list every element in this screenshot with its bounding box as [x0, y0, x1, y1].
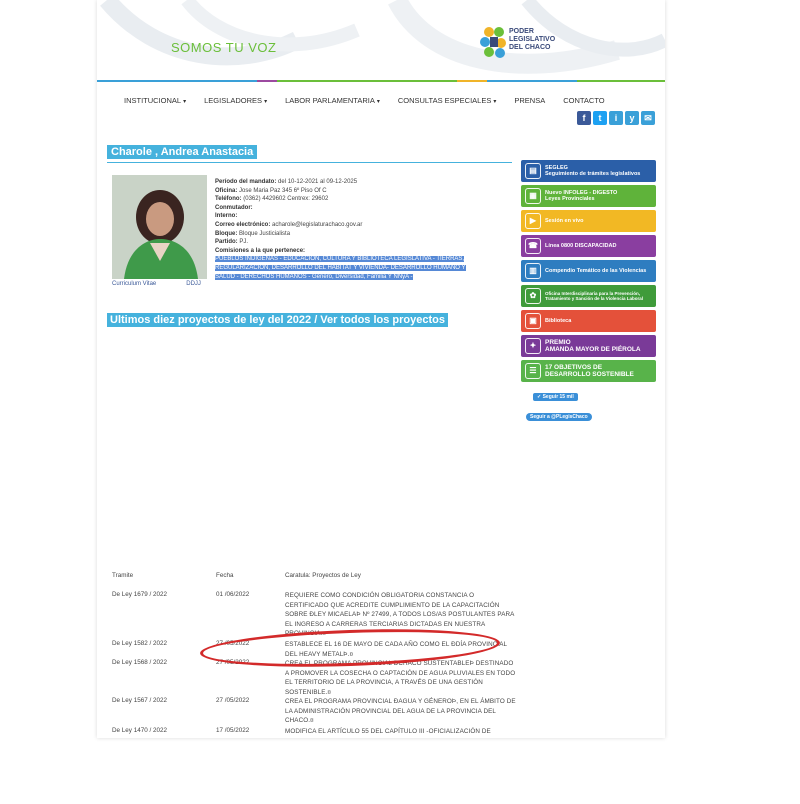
portrait-image: [112, 175, 207, 279]
chevron-down-icon: ▾: [264, 99, 268, 105]
tramite-cell[interactable]: De Ley 1567 / 2022: [112, 697, 167, 704]
chevron-down-icon: ▾: [493, 99, 497, 105]
nav-legisladores[interactable]: LEGISLADORES ▾: [195, 96, 276, 105]
award-icon: ✦: [525, 338, 541, 354]
tramite-cell[interactable]: De Ley 1582 / 2022: [112, 640, 167, 647]
nav-labor-parlamentaria[interactable]: LABOR PARLAMENTARIA ▾: [276, 96, 389, 105]
nav-prensa[interactable]: PRENSA: [505, 96, 554, 105]
twitter-icon[interactable]: t: [593, 111, 607, 125]
periodo-value: del 10-12-2021 al 09-12-2025: [278, 179, 358, 185]
site-slogan: SOMOS TU VOZ: [171, 40, 277, 55]
document-icon: ▤: [525, 163, 541, 179]
sidebar-item-ods[interactable]: ☰ 17 OBJETIVOS DE DESARROLLO SOSTENIBLE: [521, 360, 656, 382]
sidebar-item-linea-0800[interactable]: ☎ Línea 0800 DISCAPACIDAD: [521, 235, 656, 257]
profile-links: Curriculum Vitae DDJJ: [112, 281, 201, 287]
facebook-follow-button[interactable]: ✓ Seguir 15 mil: [533, 393, 578, 401]
flower-icon: ✿: [525, 288, 541, 304]
name-divider: [107, 162, 512, 163]
chevron-down-icon: ▾: [183, 99, 187, 105]
logo-text: PODER LEGISLATIVO DEL CHACO: [509, 28, 556, 51]
header-color-bar: [97, 80, 665, 82]
column-header-caratula: Caratula: Proyectos de Ley: [285, 572, 361, 579]
partido-value: PJ.: [239, 239, 249, 246]
tramite-cell[interactable]: De Ley 1568 / 2022: [112, 659, 167, 666]
mail-icon[interactable]: ✉: [641, 111, 655, 125]
sidebar-item-oficina-violencia-laboral[interactable]: ✿ Oficina Interdisciplinaria para la Prev…: [521, 285, 656, 307]
legislator-name: Charole , Andrea Anastacia: [107, 145, 258, 159]
youtube-icon[interactable]: y: [625, 111, 639, 125]
column-header-tramite: Tramite: [112, 572, 134, 579]
fecha-cell: 01 /06/2022: [216, 591, 250, 598]
tramite-cell[interactable]: De Ley 1679 / 2022: [112, 591, 167, 598]
book-open-icon: ▥: [525, 263, 541, 279]
nav-consultas-especiales[interactable]: CONSULTAS ESPECIALES ▾: [389, 96, 506, 105]
nav-contacto[interactable]: CONTACTO: [554, 96, 613, 105]
sidebar-item-segleg[interactable]: ▤ SEGLEG Seguimiento de trámites legislat…: [521, 160, 656, 182]
sidebar-links: ▤ SEGLEG Seguimiento de trámites legislat…: [521, 160, 656, 423]
column-header-fecha: Fecha: [216, 572, 234, 579]
caratula-cell: MODIFICA EL ARTÍCULO 55 DEL CAPÍTULO III…: [285, 728, 491, 735]
caratula-cell: CREA EL PROGRAMA PROVINCIAL ÐAGUA Y GÉNE…: [285, 698, 516, 725]
book-icon: ▦: [525, 188, 541, 204]
sidebar-item-compendio[interactable]: ▥ Compendio Temático de las Violencias: [521, 260, 656, 282]
projects-section-title[interactable]: Ultimos diez proyectos de ley del 2022 /…: [107, 313, 449, 327]
commissions-value: PUEBLOS INDIGENAS - EDUCACIÓN, CULTURA Y…: [215, 256, 466, 280]
telefono-value: (0362) 4429602 Centrex: 29602: [243, 196, 329, 203]
curriculum-link[interactable]: Curriculum Vitae: [112, 281, 156, 287]
facebook-icon[interactable]: f: [577, 111, 591, 125]
follow-buttons: ✓ Seguir 15 mil Seguir a @PLegisChaco: [521, 385, 656, 423]
site-header: SOMOS TU VOZ PODER LEGISLATIVO DEL CHACO: [97, 0, 665, 82]
play-icon: ▶: [525, 213, 541, 229]
tramite-cell[interactable]: De Ley 1470 / 2022: [112, 727, 167, 734]
twitter-follow-button[interactable]: Seguir a @PLegisChaco: [526, 413, 592, 421]
nav-institucional[interactable]: INSTITUCIONAL ▾: [115, 96, 195, 105]
library-icon: ▣: [525, 313, 541, 329]
legislator-details: Período del mandato: del 10-12-2021 al 0…: [215, 179, 466, 280]
sidebar-item-sesion-en-vivo[interactable]: ▶ Sesión en vivo: [521, 210, 656, 232]
logo-icon: [480, 27, 506, 58]
sidebar-item-biblioteca[interactable]: ▣ Biblioteca: [521, 310, 656, 332]
oficina-value: Jose Maria Paz 345 6º Piso Of C: [239, 187, 327, 194]
main-nav: INSTITUCIONAL ▾ LEGISLADORES ▾ LABOR PARLA…: [115, 96, 614, 105]
instagram-icon[interactable]: i: [609, 111, 623, 125]
email-link[interactable]: acharole@legislaturachaco.gov.ar: [272, 222, 362, 228]
list-icon: ☰: [525, 363, 541, 379]
legislator-photo: [112, 175, 207, 279]
chevron-down-icon: ▾: [376, 99, 380, 105]
page-container: SOMOS TU VOZ PODER LEGISLATIVO DEL CHACO: [97, 0, 665, 738]
social-links: f t i y ✉: [577, 111, 655, 125]
bloque-value: Bloque Justicialista: [239, 230, 291, 237]
phone-icon: ☎: [525, 238, 541, 254]
sidebar-item-premio[interactable]: ✦ PREMIO AMANDA MAYOR DE PIÉROLA: [521, 335, 656, 357]
sidebar-item-infoleg[interactable]: ▦ Nuevo INFOLEG - DIGESTO Leyes Provincia…: [521, 185, 656, 207]
fecha-cell: 27 /05/2022: [216, 697, 250, 704]
ddjj-link[interactable]: DDJJ: [186, 281, 201, 287]
legislature-logo[interactable]: PODER LEGISLATIVO DEL CHACO: [479, 22, 559, 64]
fecha-cell: 17 /05/2022: [216, 727, 250, 734]
